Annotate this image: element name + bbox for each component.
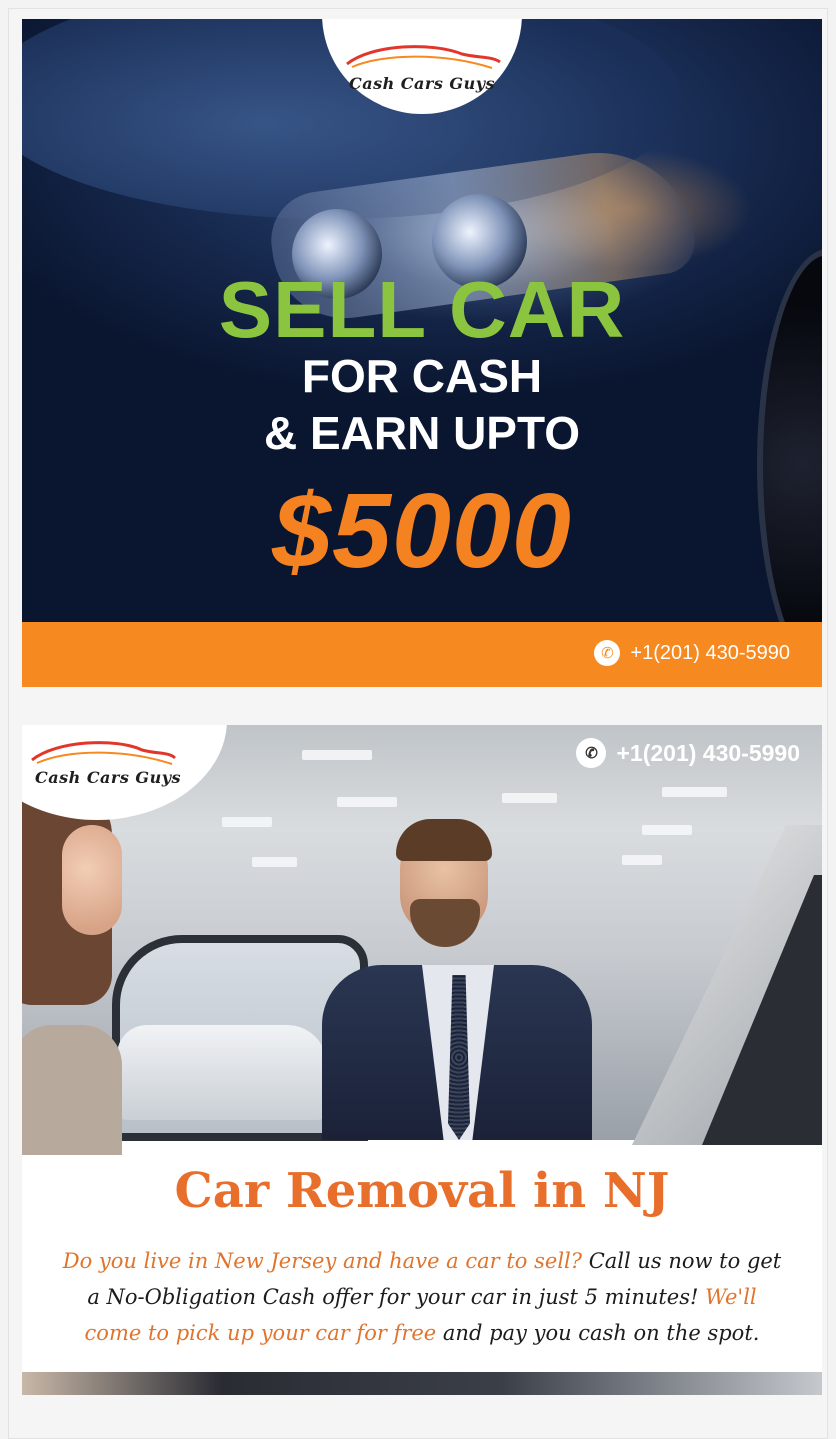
phone-link[interactable]: ✆ +1(201) 430-5990 (576, 738, 800, 768)
woman-body (22, 1025, 122, 1155)
promo-banner-sell-car[interactable]: Cash Cars Guys SELL CAR FOR CASH & EARN … (22, 19, 822, 687)
contact-bar: ✆ +1(201) 430-5990 (22, 622, 822, 687)
phone-number: +1(201) 430-5990 (616, 739, 800, 766)
ceiling-light (252, 857, 297, 867)
salesman-hair (396, 819, 492, 861)
car-swoosh-icon (31, 741, 177, 765)
ceiling-light (222, 817, 272, 827)
description-question: Do you live in New Jersey and have a car… (62, 1249, 583, 1273)
ceiling-light (337, 797, 397, 807)
card-description: Do you live in New Jersey and have a car… (60, 1243, 784, 1351)
customer-woman (22, 785, 142, 1155)
headline-for-cash: FOR CASH (301, 350, 543, 402)
phone-number: +1(201) 430-5990 (630, 641, 790, 664)
car-swoosh-icon (346, 45, 501, 69)
brand-logo-text: Cash Cars Guys (348, 74, 496, 93)
card-title: Car Removal in NJ (174, 1163, 670, 1219)
headline-amount: $5000 (272, 472, 572, 590)
headline-sell-car: SELL CAR (218, 265, 626, 354)
promo-card-car-removal[interactable]: Cash Cars Guys ✆ +1(201) 430-5990 Car Re… (22, 725, 822, 1395)
woman-face (62, 825, 122, 935)
ceiling-light (622, 855, 662, 865)
salesman-beard (410, 899, 480, 947)
ceiling-light (642, 825, 692, 835)
phone-icon: ✆ (576, 738, 607, 768)
ceiling-light (662, 787, 727, 797)
headline-earn-upto: & EARN UPTO (263, 407, 581, 459)
salesman (322, 819, 592, 1140)
ceiling-light (302, 750, 372, 760)
phone-link[interactable]: ✆ +1(201) 430-5990 (594, 640, 790, 666)
background-car (117, 1025, 327, 1120)
phone-icon: ✆ (594, 640, 621, 666)
description-payment: and pay you cash on the spot. (436, 1321, 760, 1345)
brand-logo-text: Cash Cars Guys (35, 768, 182, 787)
bottom-photo-strip (22, 1372, 822, 1395)
ceiling-light (502, 793, 557, 803)
